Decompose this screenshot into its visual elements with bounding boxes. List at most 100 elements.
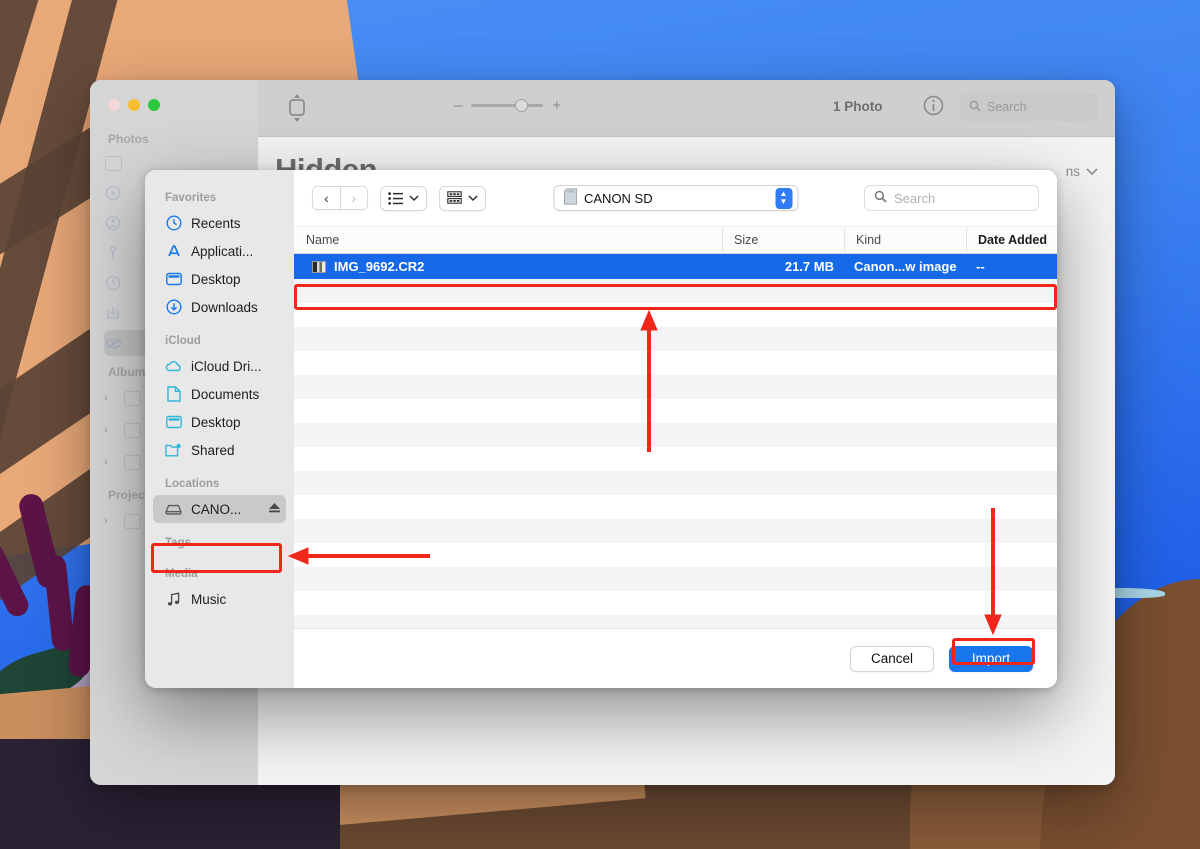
imports-icon — [104, 304, 122, 322]
table-row-empty — [294, 567, 1057, 591]
search-icon — [969, 100, 981, 115]
dialog-sidebar-item-desktop[interactable]: Desktop — [153, 265, 286, 293]
stepper-arrows-icon[interactable]: ▲ ▼ — [775, 187, 792, 209]
dialog-search-placeholder: Search — [894, 190, 936, 206]
import-button[interactable]: Import — [949, 645, 1033, 672]
dialog-sidebar-item-icloud-drive[interactable]: iCloud Dri... — [153, 352, 286, 380]
dialog-sidebar-item-applications[interactable]: Applicati... — [153, 237, 286, 265]
file-list-column-headers[interactable]: Name Size Kind Date Added — [294, 226, 1057, 254]
chevron-down-icon — [468, 194, 478, 201]
import-file-dialog[interactable]: Favorites Recents Applicati... Desktop D… — [145, 170, 1057, 688]
aspect-toggle-icon[interactable] — [286, 94, 308, 127]
dialog-sidebar-item-music[interactable]: Music — [153, 585, 286, 613]
photos-search-placeholder: Search — [987, 100, 1027, 114]
dialog-section-favorites: Favorites — [165, 192, 217, 204]
column-header-date-added[interactable]: Date Added — [966, 228, 1057, 252]
chevron-down-icon — [409, 194, 419, 201]
shared-album-icon — [123, 421, 141, 439]
chevron-right-icon[interactable]: › — [104, 424, 114, 436]
photos-toolbar[interactable]: – + 1 Photo Search — [258, 80, 1115, 137]
sd-card-icon — [563, 188, 577, 208]
eject-icon[interactable] — [268, 501, 281, 517]
external-drive-icon — [165, 501, 182, 518]
column-header-size[interactable]: Size — [722, 228, 844, 252]
dialog-sidebar[interactable]: Favorites Recents Applicati... Desktop D… — [145, 170, 294, 688]
dialog-sidebar-item-downloads[interactable]: Downloads — [153, 293, 286, 321]
column-header-name[interactable]: Name — [294, 233, 722, 247]
group-view-icon — [447, 191, 462, 204]
file-kind: Canon...w image — [854, 259, 957, 274]
zoom-slider-track[interactable] — [471, 99, 544, 112]
dialog-sidebar-label: Applicati... — [191, 243, 254, 259]
chevron-down-icon — [1086, 164, 1098, 179]
view-options-label: ns — [1065, 164, 1080, 179]
table-row-empty — [294, 399, 1057, 423]
zoom-slider[interactable]: – + — [454, 97, 561, 114]
dialog-sidebar-item-canon-sd[interactable]: CANO... — [153, 495, 286, 523]
shared-folder-icon — [165, 442, 182, 459]
file-date-added: -- — [976, 259, 985, 274]
nav-buttons[interactable]: ‹ › — [312, 186, 368, 210]
app-store-icon — [165, 243, 182, 260]
cloud-icon — [165, 358, 182, 375]
group-view-button[interactable] — [439, 185, 486, 211]
dialog-sidebar-item-desktop-icloud[interactable]: Desktop — [153, 408, 286, 436]
dialog-toolbar[interactable]: ‹ › CANON SD ▲ ▼ Search — [294, 170, 1057, 226]
window-controls[interactable] — [108, 99, 160, 111]
location-popup-button[interactable]: CANON SD ▲ ▼ — [553, 185, 798, 211]
view-options-dropdown[interactable]: ns — [1066, 164, 1098, 179]
table-row-empty — [294, 447, 1057, 471]
back-button[interactable]: ‹ — [312, 186, 340, 210]
table-row-empty — [294, 303, 1057, 327]
dialog-sidebar-label: Desktop — [191, 271, 241, 287]
photos-section-photos: Photos — [108, 132, 149, 146]
list-view-icon — [388, 191, 403, 205]
dialog-sidebar-label: CANO... — [191, 501, 242, 517]
minimize-button[interactable] — [128, 99, 140, 111]
close-button[interactable] — [108, 99, 120, 111]
file-name-cell: IMG_9692.CR2 — [294, 259, 722, 274]
dialog-footer[interactable]: Cancel Import — [294, 628, 1057, 688]
clock-icon — [165, 215, 182, 232]
file-list[interactable]: IMG_9692.CR2 21.7 MB Canon...w image -- — [294, 254, 1057, 628]
dialog-sidebar-label: Documents — [191, 386, 260, 402]
recents-clock-icon — [104, 274, 122, 292]
dialog-search-field[interactable]: Search — [864, 185, 1039, 211]
hidden-eye-icon — [104, 334, 122, 352]
dialog-main-pane: ‹ › CANON SD ▲ ▼ Search Name Size Kind D… — [294, 170, 1057, 688]
table-row-empty — [294, 543, 1057, 567]
dialog-section-media: Media — [165, 568, 198, 580]
zoom-in-label[interactable]: + — [552, 97, 561, 114]
dialog-sidebar-label: Desktop — [191, 414, 241, 430]
cancel-button[interactable]: Cancel — [850, 645, 934, 672]
chevron-right-icon[interactable]: › — [104, 515, 114, 527]
table-row[interactable]: IMG_9692.CR2 21.7 MB Canon...w image -- — [294, 254, 1057, 279]
dialog-sidebar-item-recents[interactable]: Recents — [153, 209, 286, 237]
dialog-sidebar-item-documents[interactable]: Documents — [153, 380, 286, 408]
chevron-right-icon[interactable]: › — [104, 392, 114, 404]
maximize-button[interactable] — [148, 99, 160, 111]
dialog-sidebar-label: Downloads — [191, 299, 258, 315]
desktop-icon — [165, 414, 182, 431]
zoom-slider-knob[interactable] — [515, 99, 529, 112]
chevron-right-icon[interactable]: › — [104, 456, 114, 468]
dialog-sidebar-label: Recents — [191, 215, 241, 231]
location-value: CANON SD — [584, 190, 653, 206]
dialog-sidebar-item-shared[interactable]: Shared — [153, 436, 286, 464]
column-header-kind[interactable]: Kind — [844, 228, 966, 252]
table-row-empty — [294, 471, 1057, 495]
dialog-section-locations: Locations — [165, 478, 220, 490]
forward-button[interactable]: › — [340, 186, 368, 210]
download-icon — [165, 299, 182, 316]
dialog-sidebar-label: Music — [191, 591, 227, 607]
photos-search-field[interactable]: Search — [960, 93, 1098, 121]
memories-icon — [104, 184, 122, 202]
list-view-button[interactable] — [380, 185, 427, 211]
table-row-empty — [294, 519, 1057, 543]
zoom-out-label[interactable]: – — [454, 97, 462, 114]
stepper-down[interactable]: ▼ — [780, 198, 788, 206]
places-icon — [104, 244, 122, 262]
search-icon — [874, 190, 887, 206]
table-row-empty — [294, 351, 1057, 375]
info-icon[interactable] — [923, 95, 944, 116]
